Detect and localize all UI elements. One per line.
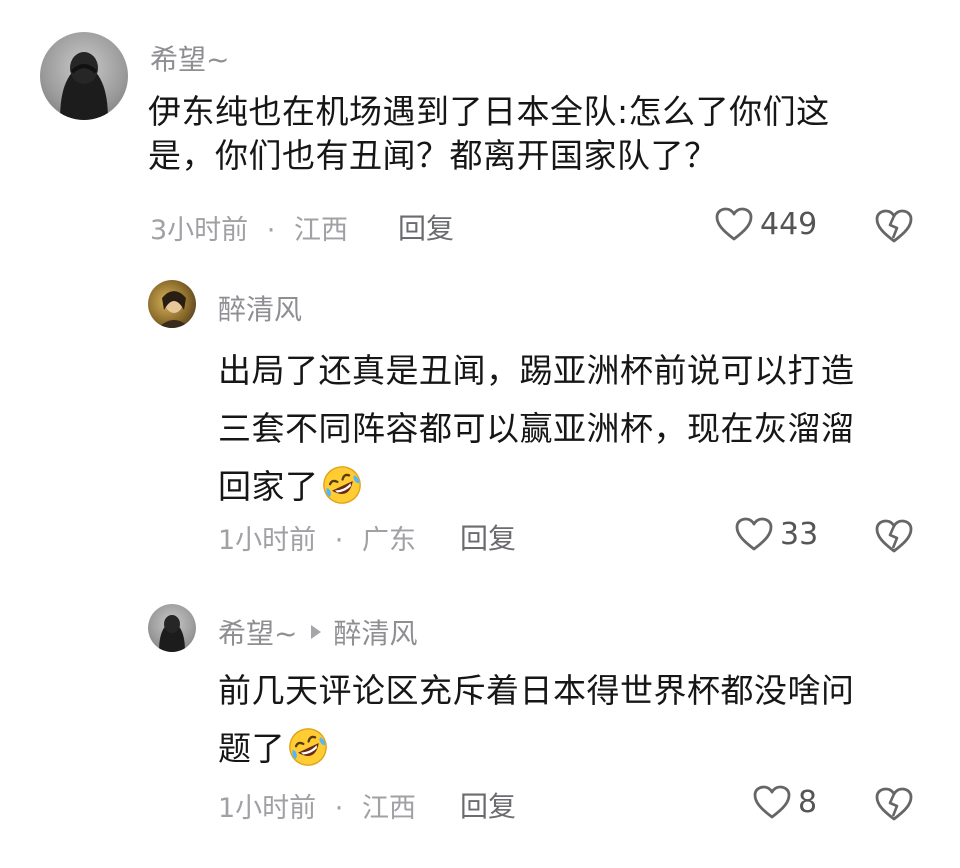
- heart-outline-icon: [735, 517, 773, 551]
- comment-line: 伊东纯也在机场遇到了日本全队:怎么了你们这: [148, 92, 830, 131]
- like-count: 8: [798, 784, 818, 820]
- comment-line: 是，你们也有丑闻？都离开国家队了？: [148, 136, 718, 175]
- comment-meta: 1小时前 · 广东: [218, 518, 416, 557]
- author-name[interactable]: 醉清风: [218, 288, 302, 328]
- heart-outline-icon: [715, 207, 753, 241]
- timestamp: 1小时前: [218, 525, 317, 556]
- author-name-text[interactable]: 希望~: [218, 612, 297, 652]
- location: 江西: [293, 215, 348, 246]
- author-name[interactable]: 希望~: [150, 38, 229, 78]
- like-button[interactable]: 8: [752, 784, 817, 820]
- reply-to-name[interactable]: 醉清风: [333, 612, 417, 652]
- hooded-person-icon: [60, 52, 108, 120]
- comment-line: 三套不同阵容都可以赢亚洲杯，现在灰溜溜: [218, 409, 855, 448]
- hooded-person-icon: [159, 615, 185, 652]
- location: 江西: [361, 793, 416, 824]
- heart-outline-icon: [753, 785, 791, 819]
- reply-button[interactable]: 回复: [460, 785, 516, 825]
- avatar[interactable]: [40, 32, 128, 120]
- comment-meta: 1小时前 · 江西: [218, 786, 416, 825]
- reply-arrow-icon: [311, 625, 322, 639]
- separator: ·: [266, 215, 276, 246]
- timestamp: 3小时前: [150, 215, 249, 246]
- like-button[interactable]: 33: [734, 516, 818, 552]
- comment-line: 前几天评论区充斥着日本得世界杯都没啥问: [218, 671, 855, 710]
- comment-line: 出局了还真是丑闻，踢亚洲杯前说可以打造: [218, 351, 855, 390]
- comment-text: 伊东纯也在机场遇到了日本全队:怎么了你们这 是，你们也有丑闻？都离开国家队了？: [148, 90, 908, 178]
- avatar[interactable]: [148, 280, 196, 328]
- comment-meta: 3小时前 · 江西: [150, 208, 348, 247]
- like-count: 33: [780, 516, 819, 552]
- like-count: 449: [760, 206, 818, 242]
- portrait-icon: [158, 291, 190, 328]
- rolling-laughing-emoji-icon: [289, 728, 327, 766]
- reply-button[interactable]: 回复: [398, 207, 454, 247]
- separator: ·: [334, 525, 344, 556]
- broken-heart-icon[interactable]: [874, 786, 914, 822]
- location: 广东: [361, 525, 416, 556]
- avatar[interactable]: [148, 604, 196, 652]
- comment-text: 出局了还真是丑闻，踢亚洲杯前说可以打造 三套不同阵容都可以赢亚洲杯，现在灰溜溜 …: [218, 342, 918, 516]
- reply-button[interactable]: 回复: [460, 517, 516, 557]
- separator: ·: [334, 793, 344, 824]
- broken-heart-icon[interactable]: [874, 208, 914, 244]
- comment-line: 题了: [218, 720, 918, 778]
- author-name: 希望~ 醉清风: [218, 612, 417, 652]
- rolling-laughing-emoji-icon: [322, 466, 361, 504]
- timestamp: 1小时前: [218, 793, 317, 824]
- like-button[interactable]: 449: [714, 206, 817, 242]
- broken-heart-icon[interactable]: [874, 518, 914, 554]
- comment-text: 前几天评论区充斥着日本得世界杯都没啥问 题了: [218, 662, 918, 778]
- comment-line: 回家了: [218, 458, 918, 516]
